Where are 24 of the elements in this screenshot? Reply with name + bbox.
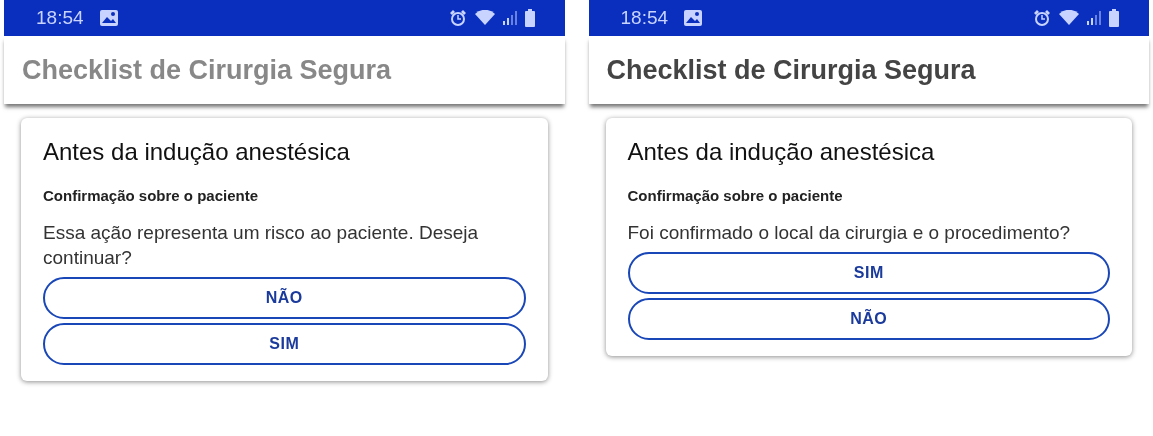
alarm-icon bbox=[1033, 9, 1051, 27]
question-text: Foi confirmado o local da cirurgia e o procedimento? bbox=[627, 221, 1071, 246]
card-heading: Antes da indução anestésica bbox=[43, 138, 351, 167]
section-subheading: Confirmação sobre o paciente bbox=[627, 185, 844, 206]
answer-button[interactable]: NÃO bbox=[43, 276, 526, 319]
clock-time: 18:54 bbox=[620, 5, 669, 30]
battery-icon bbox=[524, 9, 535, 27]
clock-time: 18:54 bbox=[36, 5, 84, 30]
alarm-icon bbox=[448, 9, 467, 27]
app-title: Checklist de Cirurgia Segura bbox=[606, 53, 976, 87]
section-subheading: Confirmação sobre o paciente bbox=[43, 185, 260, 206]
signal-icon bbox=[1087, 11, 1101, 25]
question-text: Essa ação representa um risco ao paciente. Deseja continuar? bbox=[43, 221, 480, 270]
image-icon bbox=[684, 10, 703, 26]
wifi-icon bbox=[474, 10, 495, 26]
answer-button[interactable]: SIM bbox=[43, 322, 526, 365]
image-icon bbox=[99, 10, 118, 26]
battery-icon bbox=[1109, 9, 1119, 27]
answer-button[interactable]: SIM bbox=[627, 252, 1110, 294]
app-title: Checklist de Cirurgia Segura bbox=[22, 53, 392, 87]
signal-icon bbox=[502, 11, 517, 25]
answer-button[interactable]: NÃO bbox=[627, 298, 1110, 340]
card-heading: Antes da indução anestésica bbox=[627, 138, 936, 167]
wifi-icon bbox=[1059, 10, 1079, 26]
